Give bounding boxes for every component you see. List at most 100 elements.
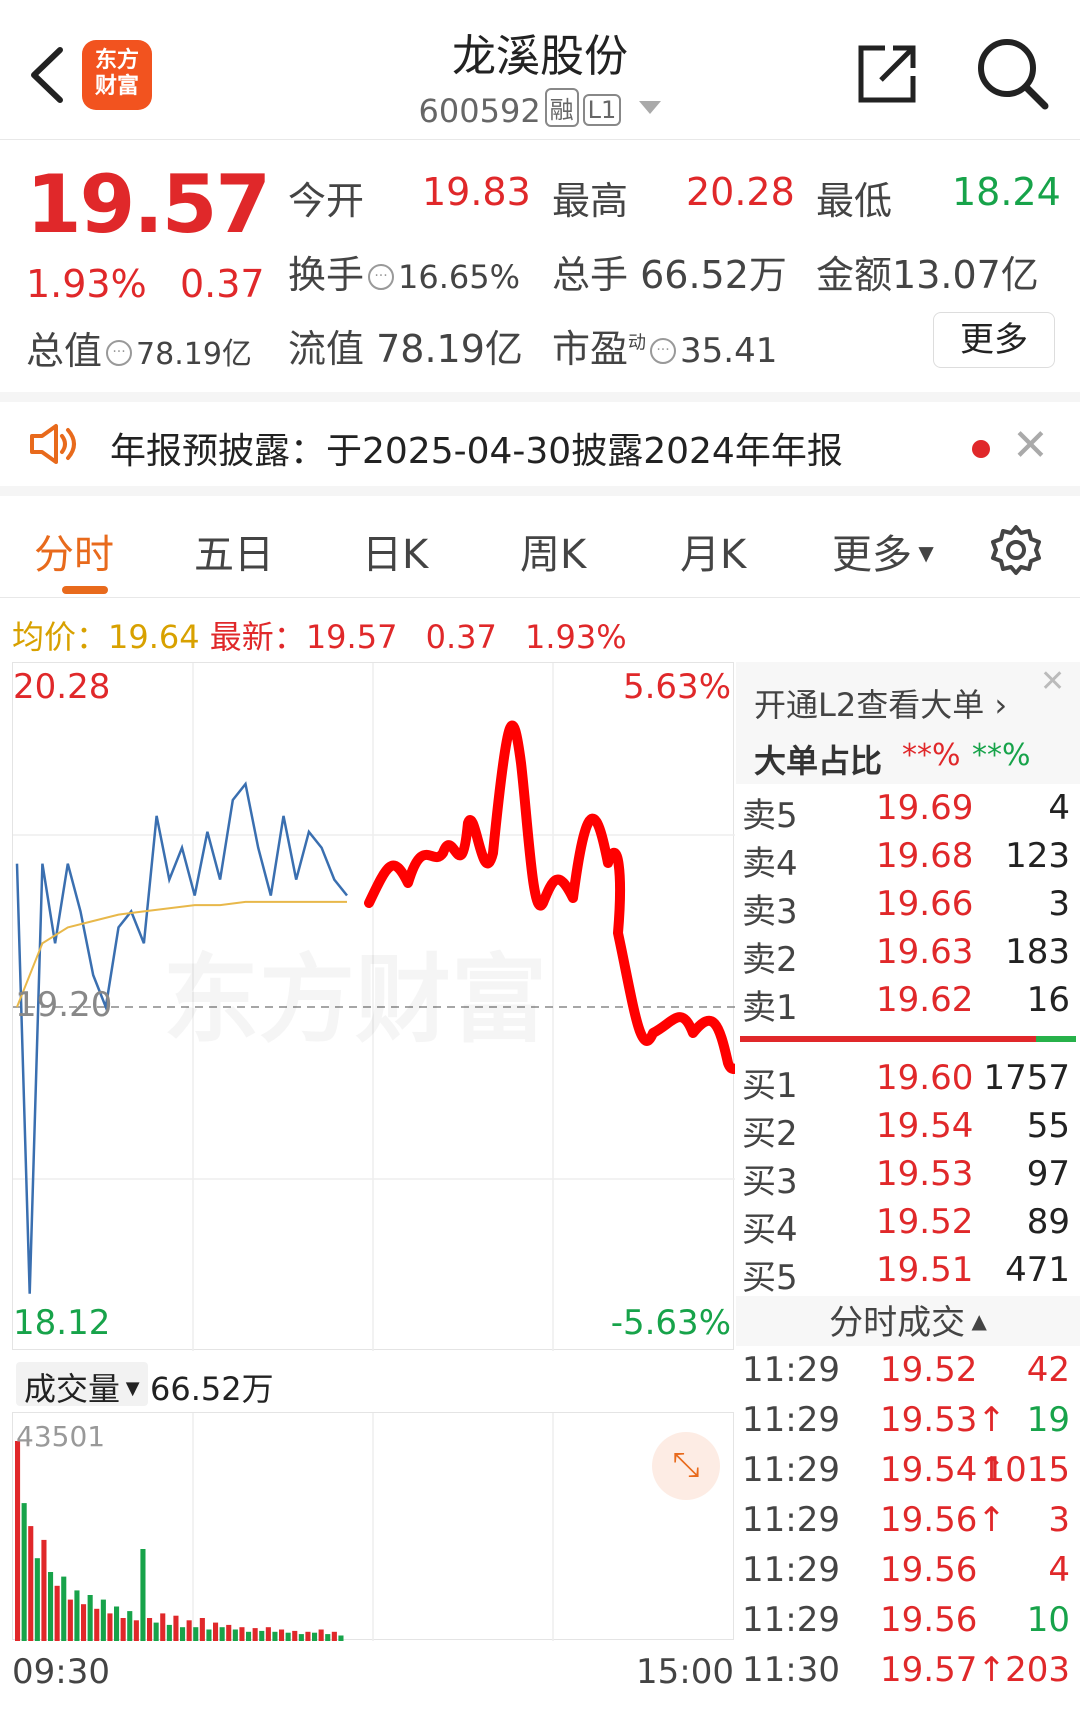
volume-chart[interactable] xyxy=(12,1412,734,1641)
volume-bar xyxy=(28,1526,34,1641)
tick-price: 19.57↑ xyxy=(880,1650,1006,1690)
volume-bar xyxy=(48,1572,54,1641)
tick-volume: 19 xyxy=(1026,1400,1070,1440)
bid-volume: 1757 xyxy=(983,1058,1070,1098)
bid-row: 买1 19.60 1757 xyxy=(740,1058,1076,1106)
bid-row: 买2 19.54 55 xyxy=(740,1106,1076,1154)
volume-bar xyxy=(259,1630,265,1641)
tick-trades-header[interactable]: 分时成交 ▲ xyxy=(736,1296,1080,1346)
watermark: 东方财富 xyxy=(163,944,547,1056)
open-label: 今开 xyxy=(288,179,365,223)
pct-max-label: 5.63% xyxy=(622,667,731,707)
high-label: 最高 xyxy=(552,179,629,223)
bid-label: 买1 xyxy=(742,1066,798,1106)
ask-price: 19.68 xyxy=(876,836,974,876)
volume-bar xyxy=(21,1503,27,1641)
expand-icon[interactable]: ⤡ xyxy=(652,1432,720,1500)
l2-upgrade-link[interactable]: 开通L2查看大单 › xyxy=(754,680,1007,726)
volume-bar xyxy=(120,1618,126,1641)
volume-bar xyxy=(252,1628,258,1641)
volume-bar xyxy=(67,1599,73,1641)
time-start-label: 09:30 xyxy=(12,1652,110,1692)
top-bar: 东方财富 龙溪股份 600592 融 L1 xyxy=(0,0,1080,140)
tab-monthly-k[interactable]: 月K xyxy=(680,522,746,580)
intraday-summary: 均价：19.64 最新：19.57 0.37 1.93% xyxy=(12,612,627,658)
ask-label: 卖5 xyxy=(742,796,798,836)
volume-bar xyxy=(74,1590,80,1641)
volume-bar xyxy=(160,1613,166,1641)
avg-label: 均价： xyxy=(12,618,109,656)
l2-link-text: 开通L2查看大单 xyxy=(754,686,985,724)
indicator-selector[interactable]: 成交量 ▼ xyxy=(16,1362,148,1408)
intraday-price-chart[interactable]: 东方财富 20.28 19.20 18.12 5.63% -5.63% xyxy=(12,662,760,1351)
big-order-buy-ratio: **% xyxy=(902,738,961,773)
volume-bar xyxy=(186,1620,192,1641)
tick-header-label: 分时成交 xyxy=(829,1303,966,1343)
dropdown-caret-icon: ▼ xyxy=(912,541,934,565)
info-icon[interactable]: ··· xyxy=(650,338,677,364)
bid-row: 买3 19.53 97 xyxy=(740,1154,1076,1202)
bid-ask-ratio-bar-sell xyxy=(1036,1036,1076,1042)
info-icon[interactable]: ··· xyxy=(106,340,133,366)
close-icon[interactable]: ✕ xyxy=(1012,420,1049,471)
bid-volume: 471 xyxy=(1005,1250,1070,1290)
ask-row: 卖2 19.63 183 xyxy=(740,932,1076,980)
open-value: 19.83 xyxy=(422,170,531,214)
volume-bar xyxy=(285,1632,291,1641)
volume-bar xyxy=(166,1624,172,1641)
bid-row: 买4 19.52 89 xyxy=(740,1202,1076,1250)
ask-price: 19.63 xyxy=(876,932,974,972)
turnover: 换手 ··· 16.65% xyxy=(288,244,520,299)
bid-label: 买5 xyxy=(742,1258,798,1298)
tick-time: 11:30 xyxy=(742,1650,840,1690)
volume-bar xyxy=(140,1549,146,1641)
bid-ask-ratio-bar xyxy=(740,1036,1076,1042)
volume-bar xyxy=(199,1618,205,1641)
share-icon[interactable] xyxy=(855,42,919,106)
tick-time: 11:29 xyxy=(742,1550,840,1590)
close-icon[interactable]: ✕ xyxy=(1040,664,1065,699)
dropdown-caret-icon[interactable] xyxy=(639,101,662,114)
volume-bar xyxy=(173,1615,179,1641)
tick-volume: 1015 xyxy=(983,1450,1070,1490)
float-cap: 流值 78.19亿 xyxy=(288,318,523,373)
volume-bar xyxy=(219,1627,225,1641)
volume-bar xyxy=(272,1631,278,1641)
tick-volume: 3 xyxy=(1048,1500,1070,1540)
y-mid-label: 19.20 xyxy=(15,985,113,1025)
tab-weekly-k[interactable]: 周K xyxy=(520,522,586,580)
volume-bar xyxy=(180,1627,186,1641)
ask-price: 19.62 xyxy=(876,980,974,1020)
notice-bar[interactable]: 年报预披露：于2025-04-30披露2024年年报 ✕ xyxy=(0,392,1080,496)
volume-bar xyxy=(213,1622,219,1641)
volume-bar xyxy=(147,1618,153,1641)
volume-bar xyxy=(34,1558,40,1641)
search-icon[interactable] xyxy=(975,36,1051,112)
info-icon[interactable]: ··· xyxy=(368,264,395,290)
bid-price: 19.60 xyxy=(876,1058,974,1098)
dropdown-caret-icon: ▼ xyxy=(120,1378,140,1399)
level-tag[interactable]: L1 xyxy=(582,94,622,126)
margin-tag: 融 xyxy=(544,88,579,127)
ask-label: 卖3 xyxy=(742,892,798,932)
volume-bar xyxy=(265,1627,271,1641)
more-quote-button[interactable]: 更多 xyxy=(933,312,1055,368)
amount-label: 金额 xyxy=(816,253,893,297)
market-cap-label: 总值 xyxy=(26,329,103,373)
volume-bar xyxy=(127,1611,133,1641)
tab-daily-k[interactable]: 日K xyxy=(362,522,428,580)
tick-trade-row: 11:29 19.56 4 xyxy=(740,1550,1076,1600)
latest-label: 最新： xyxy=(209,618,306,656)
settings-gear-icon[interactable] xyxy=(990,524,1042,576)
indicator-label: 成交量 xyxy=(24,1370,121,1408)
ask-volume: 183 xyxy=(1005,932,1070,972)
latest-change: 0.37 xyxy=(425,618,497,656)
tab-intraday[interactable]: 分时 xyxy=(34,522,114,580)
volume-total: 66.52万 xyxy=(150,1370,274,1408)
volume-bar xyxy=(318,1629,324,1641)
bid-row: 买5 19.51 471 xyxy=(740,1250,1076,1298)
volume: 总手 66.52万 xyxy=(552,244,787,299)
tab-more[interactable]: 更多 ▼ xyxy=(832,522,934,580)
notice-text: 年报预披露：于2025-04-30披露2024年年报 xyxy=(110,431,843,472)
tab-five-day[interactable]: 五日 xyxy=(194,522,274,580)
